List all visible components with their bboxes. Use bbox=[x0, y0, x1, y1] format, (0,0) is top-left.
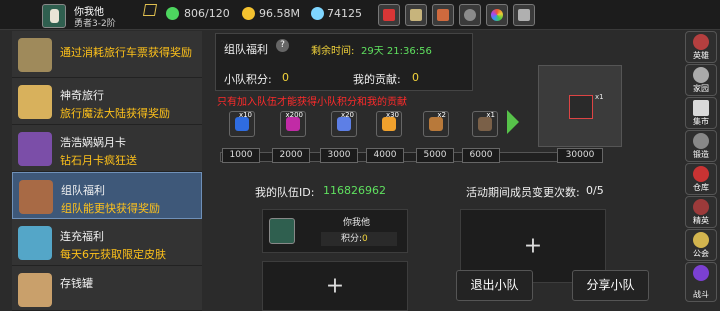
plus-icon: + bbox=[325, 273, 345, 299]
team-id-label: 我的队伍ID: bbox=[255, 186, 315, 199]
preview-count: x1 bbox=[595, 93, 604, 101]
reward-slot[interactable]: x1 bbox=[472, 111, 498, 137]
sidebar-subtitle: 每天6元获取限定皮肤 bbox=[60, 248, 166, 261]
mail-button[interactable] bbox=[405, 4, 427, 26]
nav-forge[interactable]: 锻造 bbox=[685, 130, 717, 162]
travel-ticket-icon bbox=[18, 38, 52, 72]
team-points-value: 0 bbox=[282, 71, 289, 84]
nav-market[interactable]: 集市 bbox=[685, 97, 717, 129]
gold-value: 96.58M bbox=[259, 7, 300, 20]
empty-member-slot[interactable]: + bbox=[262, 261, 408, 311]
nav-battle[interactable]: 战斗 bbox=[685, 262, 717, 302]
milestone-label: 6000 bbox=[462, 148, 500, 163]
treasure-chest-icon bbox=[19, 180, 53, 214]
contribution-value: 0 bbox=[412, 71, 419, 84]
player-rank: 勇者3-2阶 bbox=[74, 19, 116, 29]
sidebar-subtitle: 钻石月卡疯狂送 bbox=[60, 154, 137, 167]
team-points-label: 小队积分: bbox=[224, 73, 272, 86]
change-label: 活动期间成员变更次数: bbox=[466, 186, 580, 199]
crystal-icon bbox=[18, 226, 52, 260]
nav-guild[interactable]: 公会 bbox=[685, 229, 717, 261]
color-wheel-button[interactable] bbox=[486, 4, 508, 26]
gold-icon bbox=[242, 7, 255, 20]
sidebar-item-continuous-recharge[interactable]: 连充福利 每天6元获取限定皮肤 bbox=[12, 219, 202, 266]
sidebar-item-piggy-bank[interactable]: 存钱罐 bbox=[12, 266, 202, 311]
nav-hero[interactable]: 英雄 bbox=[685, 31, 717, 63]
avatar bbox=[269, 218, 295, 244]
milestone-label: 5000 bbox=[416, 148, 454, 163]
help-icon[interactable]: ? bbox=[276, 39, 289, 52]
team-welfare-panel: 组队福利 ? 剩余时间: 29天 21:36:56 小队积分: 0 我的贡献: … bbox=[210, 31, 680, 311]
sidebar-item-monthly-card[interactable]: 浩浩娲娲月卡 钻石月卡疯狂送 bbox=[12, 125, 202, 172]
sidebar-title: 连充福利 bbox=[60, 230, 104, 243]
sidebar-item-magic-travel[interactable]: 神奇旅行 旅行魔法大陆获得奖励 bbox=[12, 78, 202, 125]
final-reward-preview[interactable]: x1 bbox=[538, 65, 622, 147]
nav-elite[interactable]: 精英 bbox=[685, 196, 717, 228]
milestone-label: 1000 bbox=[222, 148, 260, 163]
event-button[interactable] bbox=[432, 4, 454, 26]
sidebar-title: 组队福利 bbox=[61, 184, 105, 197]
magic-travel-icon bbox=[18, 85, 52, 119]
member-points: 积分:0 bbox=[321, 232, 397, 246]
nav-home[interactable]: 家园 bbox=[685, 64, 717, 96]
sword-icon bbox=[569, 95, 593, 119]
gem-icon bbox=[311, 7, 324, 20]
reward-slot[interactable]: x20 bbox=[331, 111, 357, 137]
contribution-label: 我的贡献: bbox=[353, 73, 401, 86]
energy-icon bbox=[166, 7, 179, 20]
top-bar: 你我他 勇者3-2阶 806/120 96.58M 74125 bbox=[0, 0, 720, 30]
energy-value: 806/120 bbox=[184, 7, 230, 20]
remain-label: 剩余时间: bbox=[311, 46, 355, 57]
piggy-bank-icon bbox=[18, 273, 52, 307]
sidebar-title: 存钱罐 bbox=[60, 277, 93, 290]
change-count: 0/5 bbox=[586, 184, 604, 197]
sidebar-item-travel-ticket[interactable]: 通过消耗旅行车票获得奖励 bbox=[12, 31, 202, 78]
arrow-right-icon bbox=[507, 110, 519, 134]
ranking-button[interactable] bbox=[513, 4, 535, 26]
player-avatar[interactable] bbox=[42, 4, 66, 28]
team-id-value: 116826962 bbox=[323, 184, 386, 197]
sidebar-title: 神奇旅行 bbox=[60, 89, 104, 102]
plus-icon: + bbox=[523, 233, 543, 259]
activity-sidebar: 通过消耗旅行车票获得奖励 神奇旅行 旅行魔法大陆获得奖励 浩浩娲娲月卡 钻石月卡… bbox=[12, 31, 202, 311]
settings-button[interactable] bbox=[459, 4, 481, 26]
shop-button[interactable] bbox=[378, 4, 400, 26]
edit-icon[interactable] bbox=[142, 4, 158, 16]
remain-time: 29天 21:36:56 bbox=[361, 46, 432, 57]
notice-text: 只有加入队伍才能获得小队积分和我的贡献 bbox=[217, 97, 407, 108]
monthly-card-icon bbox=[18, 132, 52, 166]
reward-slot[interactable]: x200 bbox=[280, 111, 306, 137]
gems-value: 74125 bbox=[327, 7, 362, 20]
sidebar-subtitle: 组队能更快获得奖励 bbox=[61, 202, 160, 215]
milestone-label: 4000 bbox=[366, 148, 404, 163]
reward-slot[interactable]: x2 bbox=[423, 111, 449, 137]
team-info-panel: 组队福利 ? 剩余时间: 29天 21:36:56 小队积分: 0 我的贡献: … bbox=[215, 33, 473, 91]
share-team-button[interactable]: 分享小队 bbox=[572, 270, 649, 301]
right-nav: 英雄 家园 集市 锻造 仓库 精英 公会 战斗 bbox=[682, 31, 720, 311]
milestone-label: 2000 bbox=[272, 148, 310, 163]
member-name: 你我他 bbox=[343, 218, 371, 228]
leave-team-button[interactable]: 退出小队 bbox=[456, 270, 533, 301]
reward-slot[interactable]: x30 bbox=[376, 111, 402, 137]
sidebar-subtitle: 旅行魔法大陆获得奖励 bbox=[60, 107, 170, 120]
milestone-label: 3000 bbox=[320, 148, 358, 163]
milestone-label: 30000 bbox=[557, 148, 603, 163]
sidebar-item-team-welfare[interactable]: 组队福利 组队能更快获得奖励 bbox=[12, 172, 202, 219]
nav-warehouse[interactable]: 仓库 bbox=[685, 163, 717, 195]
member-card[interactable]: 你我他 积分:0 bbox=[262, 209, 408, 253]
sidebar-subtitle: 通过消耗旅行车票获得奖励 bbox=[60, 46, 192, 59]
sidebar-title: 浩浩娲娲月卡 bbox=[60, 136, 126, 149]
reward-slot[interactable]: x10 bbox=[229, 111, 255, 137]
panel-title: 组队福利 bbox=[224, 43, 268, 56]
